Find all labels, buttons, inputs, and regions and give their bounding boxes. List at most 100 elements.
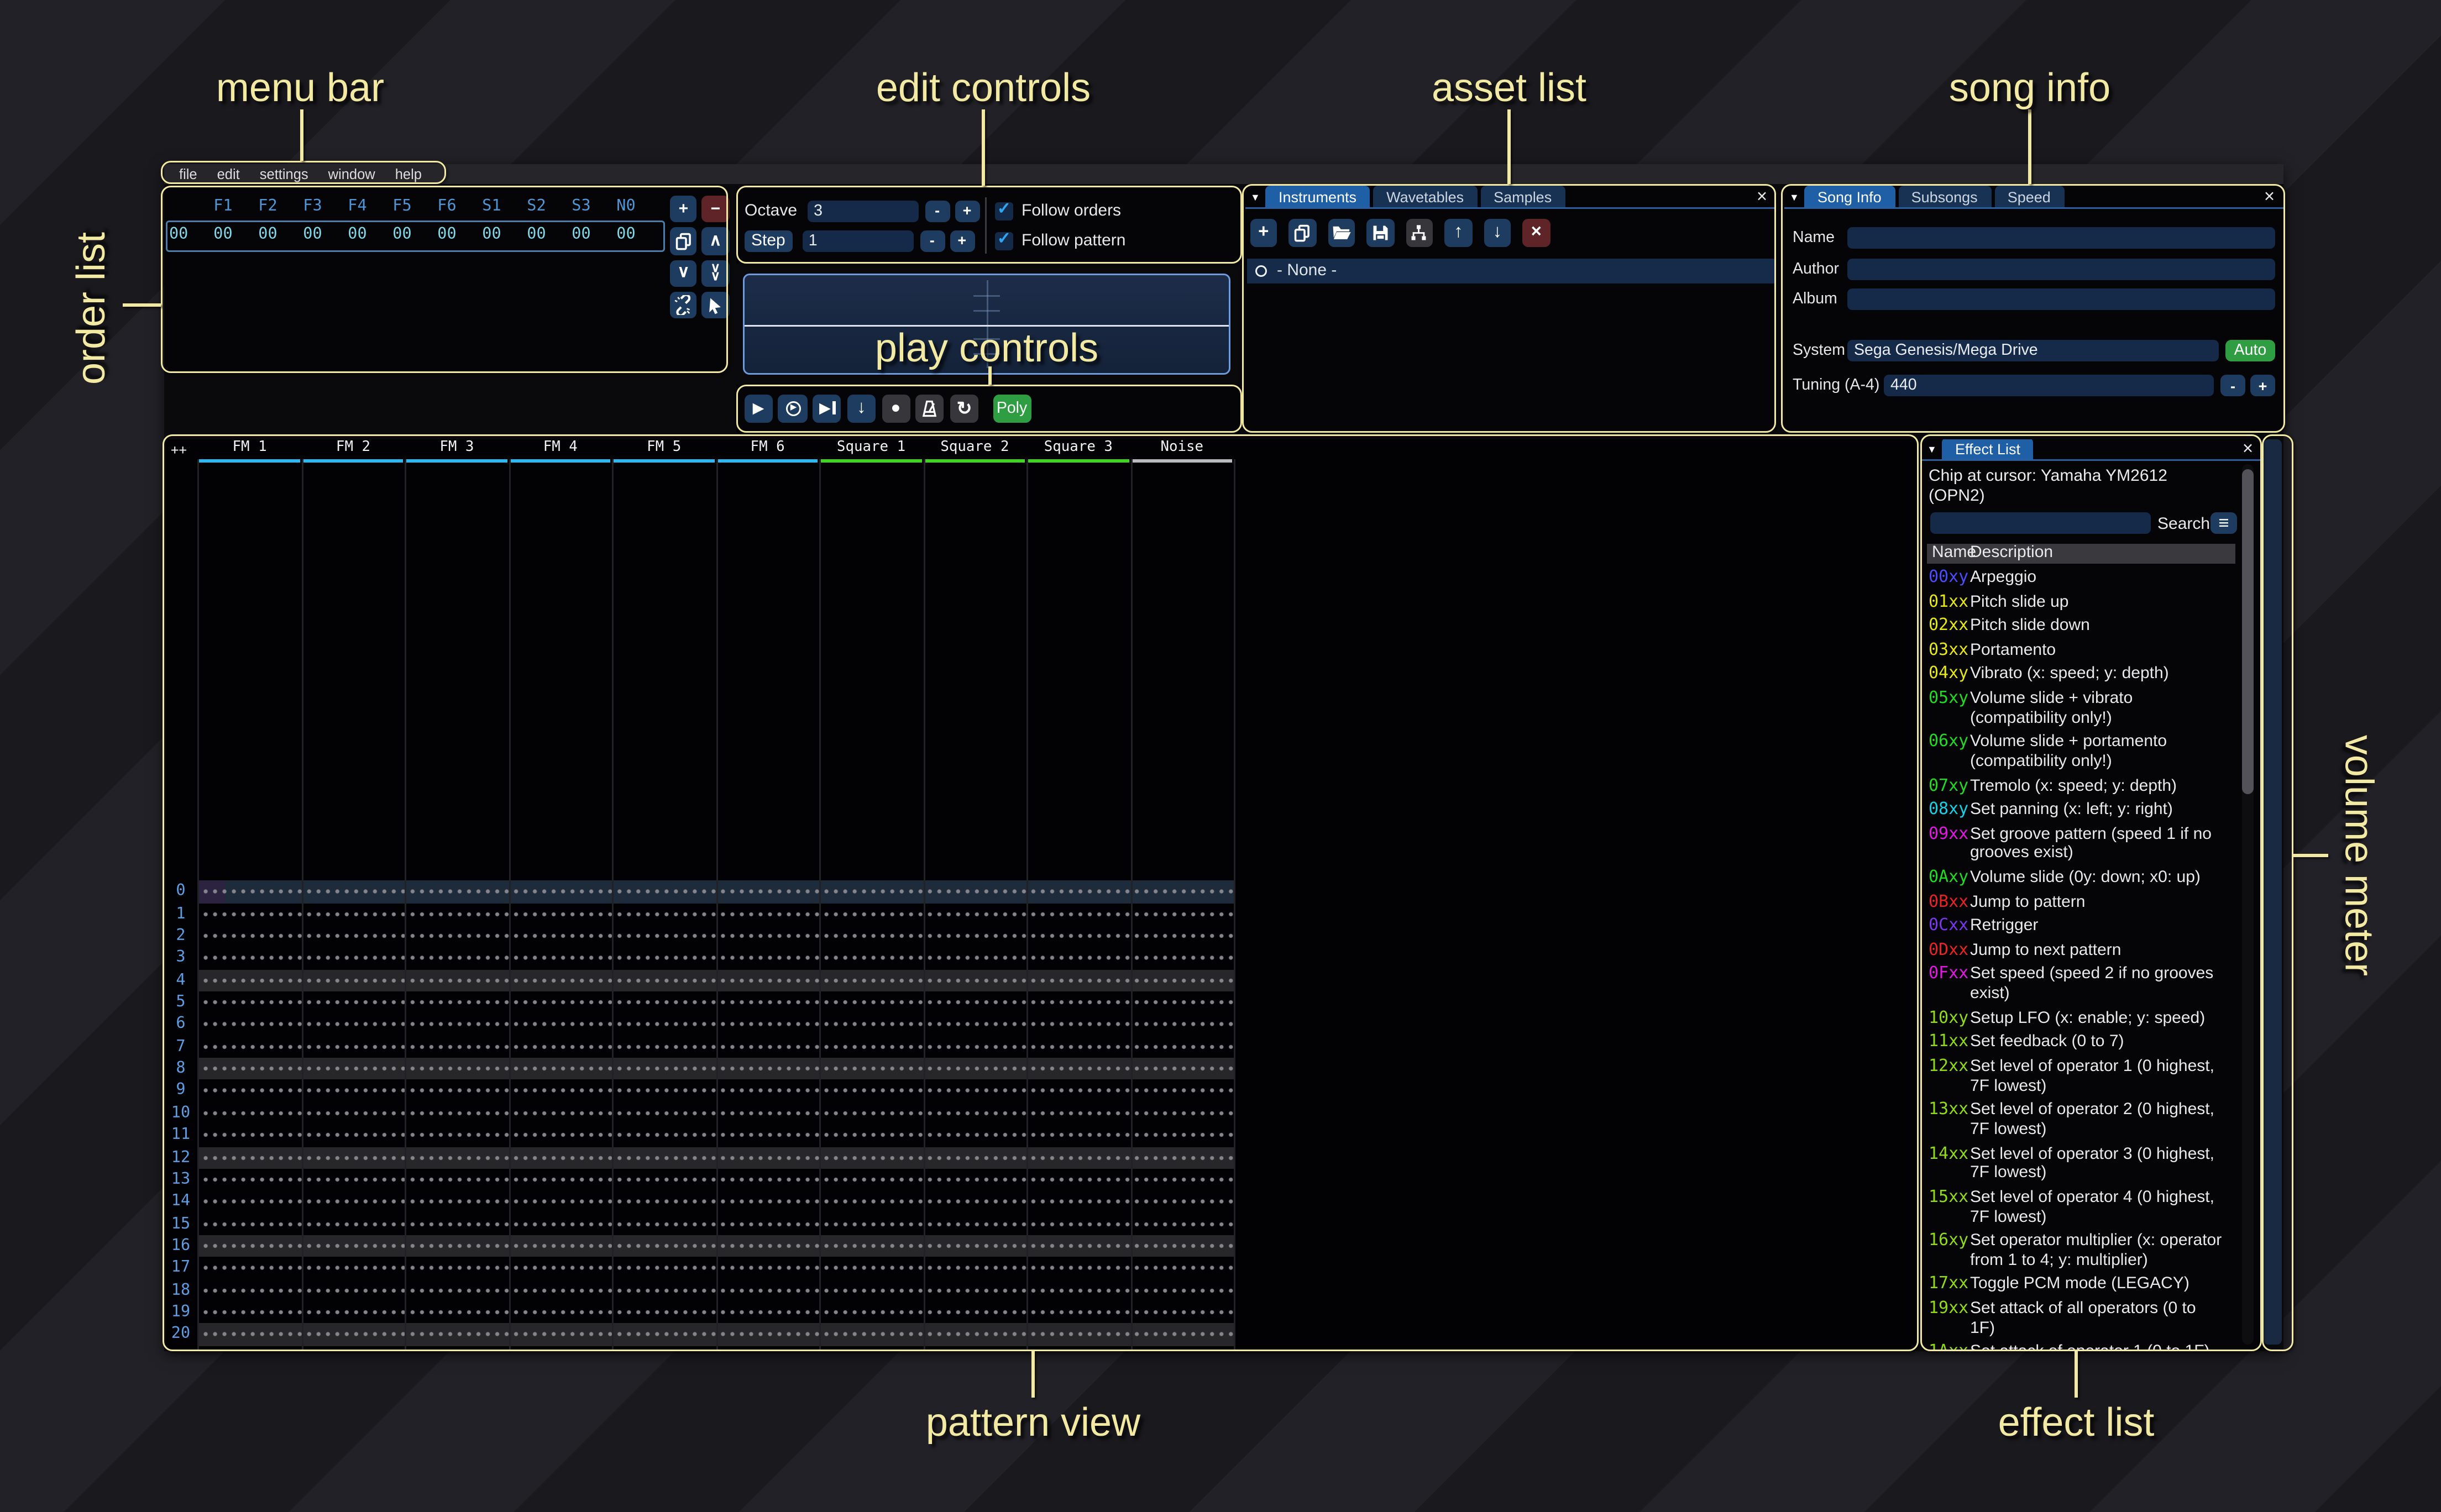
order-cell[interactable]: 00 (201, 225, 245, 244)
channel-header-square-1[interactable]: Square 1 (819, 439, 923, 459)
tuning-minus-button[interactable]: - (2220, 375, 2245, 396)
organize-assets-button[interactable] (1406, 219, 1433, 246)
folder-open-icon (1332, 223, 1352, 243)
order-add-button[interactable]: + (670, 196, 697, 223)
step-down-button[interactable]: ↓ (847, 394, 876, 423)
close-icon[interactable]: × (2260, 187, 2278, 207)
channel-header-fm-6[interactable]: FM 6 (716, 439, 819, 459)
menu-item-window[interactable]: window (328, 166, 375, 182)
tab-samples[interactable]: Samples (1480, 186, 1565, 207)
tab-effect-list[interactable]: Effect List (1942, 439, 2034, 459)
order-cell[interactable]: 00 (290, 225, 335, 244)
effect-list-scrollbar[interactable] (2242, 464, 2254, 1345)
poly-button[interactable]: Poly (993, 394, 1031, 423)
channel-header-noise[interactable]: Noise (1130, 439, 1234, 459)
close-icon[interactable]: × (1753, 187, 1771, 207)
order-cell[interactable]: 00 (380, 225, 425, 244)
order-cell[interactable]: 00 (469, 225, 514, 244)
effect-code: 00xy (1929, 569, 1970, 588)
song-field-author: Author (1784, 258, 2283, 280)
author-input[interactable] (1847, 258, 2275, 280)
step-plus-button[interactable]: + (950, 230, 975, 251)
step-minus-button[interactable]: - (920, 230, 945, 251)
menu-item-edit[interactable]: edit (217, 166, 240, 182)
pattern-corner[interactable]: ++ (171, 443, 187, 458)
album-input[interactable] (1847, 288, 2275, 310)
edit-controls-panel: Octave 3 - + Step 1 - + ✓ Follow orders … (736, 187, 1240, 264)
open-asset-button[interactable] (1328, 219, 1355, 246)
move-asset-up-button[interactable]: ↑ (1445, 219, 1473, 246)
order-duplicate-button[interactable] (670, 228, 697, 255)
auto-system-button[interactable]: Auto (2225, 340, 2275, 361)
follow-orders-checkbox[interactable]: ✓ (995, 202, 1013, 220)
collapse-triangle-icon[interactable]: ▼ (1245, 186, 1265, 207)
menu-item-file[interactable]: file (179, 166, 197, 182)
play-from-beginning-button[interactable]: ▶ (778, 394, 807, 423)
order-move-up-button[interactable]: ∧ (702, 228, 729, 255)
metronome-button[interactable] (916, 394, 945, 423)
channel-header-square-3[interactable]: Square 3 (1026, 439, 1130, 459)
order-cell[interactable]: 00 (559, 225, 604, 244)
step-button[interactable]: Step (745, 230, 792, 251)
octave-minus-button[interactable]: - (925, 200, 950, 222)
order-cell[interactable]: 00 (245, 225, 290, 244)
move-asset-down-button[interactable]: ↓ (1484, 219, 1511, 246)
instrument-list-item[interactable]: - None - (1247, 259, 1774, 284)
channel-header-fm-4[interactable]: FM 4 (509, 439, 612, 459)
duplicate-asset-button[interactable] (1289, 219, 1317, 246)
row-number: 20 (166, 1324, 196, 1346)
channel-header-fm-1[interactable]: FM 1 (198, 439, 301, 459)
double-chevron-down-icon: ∨∨ (711, 265, 721, 281)
effect-search-input[interactable] (1930, 512, 2151, 534)
channel-header-fm-3[interactable]: FM 3 (405, 439, 509, 459)
pattern-cursor[interactable] (198, 881, 226, 903)
row-number: 0 (166, 881, 196, 903)
tab-speed[interactable]: Speed (1994, 186, 2064, 207)
record-button[interactable]: ● (882, 394, 910, 423)
tuning-plus-button[interactable]: + (2250, 375, 2275, 396)
order-move-down-button[interactable]: ∨ (670, 260, 697, 287)
play-one-row-button[interactable]: ▶ (813, 394, 841, 423)
order-remove-button[interactable]: − (702, 196, 729, 223)
annotation-label-order-list: order list (71, 209, 114, 408)
menu-item-help[interactable]: help (395, 166, 422, 182)
delete-asset-button[interactable]: × (1523, 219, 1550, 246)
order-cell[interactable]: 00 (425, 225, 469, 244)
order-move-bottom-button[interactable]: ∨∨ (702, 260, 729, 287)
collapse-triangle-icon[interactable]: ▼ (1922, 439, 1942, 459)
pattern-view-panel[interactable]: ++ FM 1FM 2FM 3FM 4FM 5FM 6Square 1Squar… (166, 439, 1919, 1350)
close-icon[interactable]: × (2239, 439, 2257, 459)
tab-wavetables[interactable]: Wavetables (1373, 186, 1477, 207)
add-asset-button[interactable]: + (1250, 219, 1277, 246)
play-button[interactable]: ▶ (744, 394, 773, 423)
octave-plus-button[interactable]: + (955, 200, 979, 222)
order-cell[interactable]: 00 (335, 225, 380, 244)
octave-input[interactable]: 3 (807, 200, 918, 222)
collapse-triangle-icon[interactable]: ▼ (1784, 186, 1804, 207)
effect-code: 0Bxx (1929, 893, 1970, 912)
scrollbar-thumb[interactable] (2242, 469, 2254, 794)
name-input[interactable] (1847, 227, 2275, 249)
tab-instruments[interactable]: Instruments (1265, 186, 1370, 207)
tab-song-info[interactable]: Song Info (1804, 186, 1895, 207)
follow-pattern-checkbox[interactable]: ✓ (995, 232, 1013, 250)
save-asset-button[interactable] (1367, 219, 1395, 246)
system-input[interactable]: Sega Genesis/Mega Drive (1847, 340, 2219, 361)
effect-entry: 06xyVolume slide + portamento (compatibi… (1922, 733, 2240, 777)
hamburger-menu-icon[interactable]: ≡ (2210, 512, 2237, 534)
menu-item-settings[interactable]: settings (260, 166, 308, 182)
order-cell[interactable]: 00 (604, 225, 648, 244)
channel-header-fm-2[interactable]: FM 2 (301, 439, 405, 459)
order-unlink-button[interactable] (670, 292, 697, 319)
repeat-pattern-button[interactable]: ↻ (950, 394, 979, 423)
step-input[interactable]: 1 (802, 230, 913, 251)
tab-subsongs[interactable]: Subsongs (1898, 186, 1991, 207)
effect-code: 0Fxx (1929, 965, 1970, 1004)
order-select-button[interactable] (702, 292, 729, 319)
channel-header-fm-5[interactable]: FM 5 (612, 439, 716, 459)
order-cell[interactable]: 00 (514, 225, 559, 244)
order-row[interactable]: 00000000000000000000 (201, 225, 648, 244)
channel-header-square-2[interactable]: Square 2 (923, 439, 1026, 459)
effect-entry: 03xxPortamento (1922, 641, 2240, 665)
tuning-input[interactable]: 440 (1884, 375, 2214, 396)
